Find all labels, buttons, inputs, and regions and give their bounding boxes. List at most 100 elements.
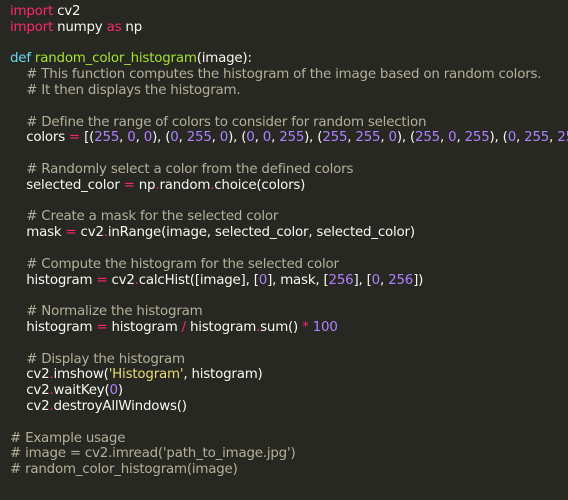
code-line: # image = cv2.imread('path_to_image.jpg'… — [10, 446, 568, 462]
code-token: histogram — [10, 319, 97, 335]
code-token: , — [178, 130, 187, 146]
code-token: 256 — [388, 272, 414, 288]
code-token: # Define the range of colors to consider… — [10, 114, 427, 130]
code-token: # image = cv2.imread('path_to_image.jpg'… — [10, 446, 296, 462]
code-token: np — [134, 177, 156, 193]
code-token: cv2 — [10, 398, 50, 414]
code-token: # It then displays the histogram. — [10, 82, 241, 98]
code-token: destroyAllWindows() — [53, 398, 188, 414]
code-token: cv2 — [53, 4, 81, 19]
code-token: 0 — [127, 130, 136, 146]
code-token: # random_color_histogram(image) — [10, 462, 238, 478]
code-token: (image): — [196, 51, 252, 67]
code-token: choice(colors) — [214, 177, 306, 193]
code-token: as — [106, 19, 122, 35]
code-token: , — [254, 130, 263, 146]
code-token: 255 — [464, 130, 490, 146]
code-token: # Randomly select a color from the defin… — [10, 161, 354, 177]
code-token: # Compute the histogram for the selected… — [10, 256, 339, 272]
code-line: # Normalize the histogram — [10, 304, 568, 320]
code-token: 0 — [258, 272, 268, 288]
code-token: 'Histogram' — [108, 367, 184, 383]
code-token: 0 — [170, 130, 179, 146]
code-token: random_color_histogram — [34, 51, 197, 67]
code-token: 0 — [109, 383, 119, 399]
code-token: def — [10, 51, 31, 67]
code-token: import — [10, 4, 54, 19]
code-line: def random_color_histogram(image): — [10, 51, 568, 67]
code-token: calcHist([image], [ — [138, 272, 259, 288]
code-token: np — [121, 19, 143, 35]
code-line: # random_color_histogram(image) — [10, 462, 568, 478]
code-token: 256 — [328, 272, 354, 288]
code-token: = — [123, 177, 135, 193]
code-line: # Define the range of colors to consider… — [10, 115, 568, 131]
code-token: 0 — [246, 130, 255, 146]
code-token: = — [96, 319, 108, 335]
code-line: selected_color = np.random.choice(colors… — [10, 178, 568, 194]
code-token: 255 — [355, 130, 381, 146]
code-token: random — [159, 177, 211, 193]
code-token: 0 — [507, 130, 517, 146]
code-line: histogram = histogram / histogram.sum() … — [10, 320, 568, 336]
code-token: 0 — [262, 130, 272, 146]
code-token: [( — [80, 130, 95, 146]
code-token: , — [516, 130, 525, 146]
code-editor[interactable]: import cv2 import numpy as np def random_… — [0, 0, 568, 500]
code-token: 0 — [143, 130, 153, 146]
code-line: # Compute the histogram for the selected… — [10, 257, 568, 273]
code-token: 255 — [557, 130, 568, 146]
code-token: imshow( — [53, 367, 109, 383]
code-token: 255 — [186, 130, 212, 146]
code-token: 255 — [415, 130, 440, 146]
code-line: # It then displays the histogram. — [10, 83, 568, 99]
code-token: histogram — [10, 272, 97, 288]
code-token: ), ( — [489, 130, 508, 146]
code-token: waitKey( — [53, 383, 110, 399]
code-line: cv2.destroyAllWindows() — [10, 399, 568, 415]
code-token: ), ( — [396, 130, 416, 146]
code-token: selected_color — [10, 177, 124, 193]
code-token: ), ( — [152, 130, 171, 146]
code-token: , histogram) — [183, 367, 263, 383]
code-token: ), ( — [304, 130, 323, 146]
code-line: import numpy as np — [10, 20, 568, 36]
code-token: 100 — [312, 319, 338, 335]
code-token: # Display the histogram — [10, 351, 185, 367]
code-token: 255 — [524, 130, 550, 146]
code-token: = — [69, 130, 81, 146]
code-line: # This function computes the histogram o… — [10, 67, 568, 83]
code-token: # Normalize the histogram — [10, 304, 203, 320]
code-token: colors — [10, 130, 70, 146]
code-line: mask = cv2.inRange(image, selected_color… — [10, 225, 568, 241]
code-token: mask — [10, 225, 66, 241]
code-token: ]) — [413, 272, 424, 288]
code-token: cv2 — [76, 225, 104, 241]
code-token: 255 — [279, 130, 305, 146]
code-token: 255 — [94, 130, 120, 146]
code-line: # Randomly select a color from the defin… — [10, 162, 568, 178]
code-line: # Display the histogram — [10, 352, 568, 368]
code-token: , — [380, 272, 389, 288]
code-token: ), ( — [228, 130, 247, 146]
code-line: cv2.imshow('Histogram', histogram) — [10, 367, 568, 383]
code-line: histogram = cv2.calcHist([image], [0], m… — [10, 273, 568, 289]
code-line: cv2.waitKey(0) — [10, 383, 568, 399]
code-token: inRange(image, selected_color, selected_… — [107, 225, 415, 241]
code-token: ], [ — [353, 272, 372, 288]
code-line: colors = [(255, 0, 0), (0, 255, 0), (0, … — [10, 130, 568, 146]
code-token: numpy — [53, 19, 107, 35]
code-token: cv2 — [107, 272, 135, 288]
code-token: ) — [117, 383, 123, 399]
code-token: sum() — [260, 319, 303, 335]
code-token: # This function computes the histogram o… — [10, 67, 542, 83]
code-token: , — [271, 130, 280, 146]
code-line: # Create a mask for the selected color — [10, 209, 568, 225]
code-line: # Example usage — [10, 431, 568, 447]
